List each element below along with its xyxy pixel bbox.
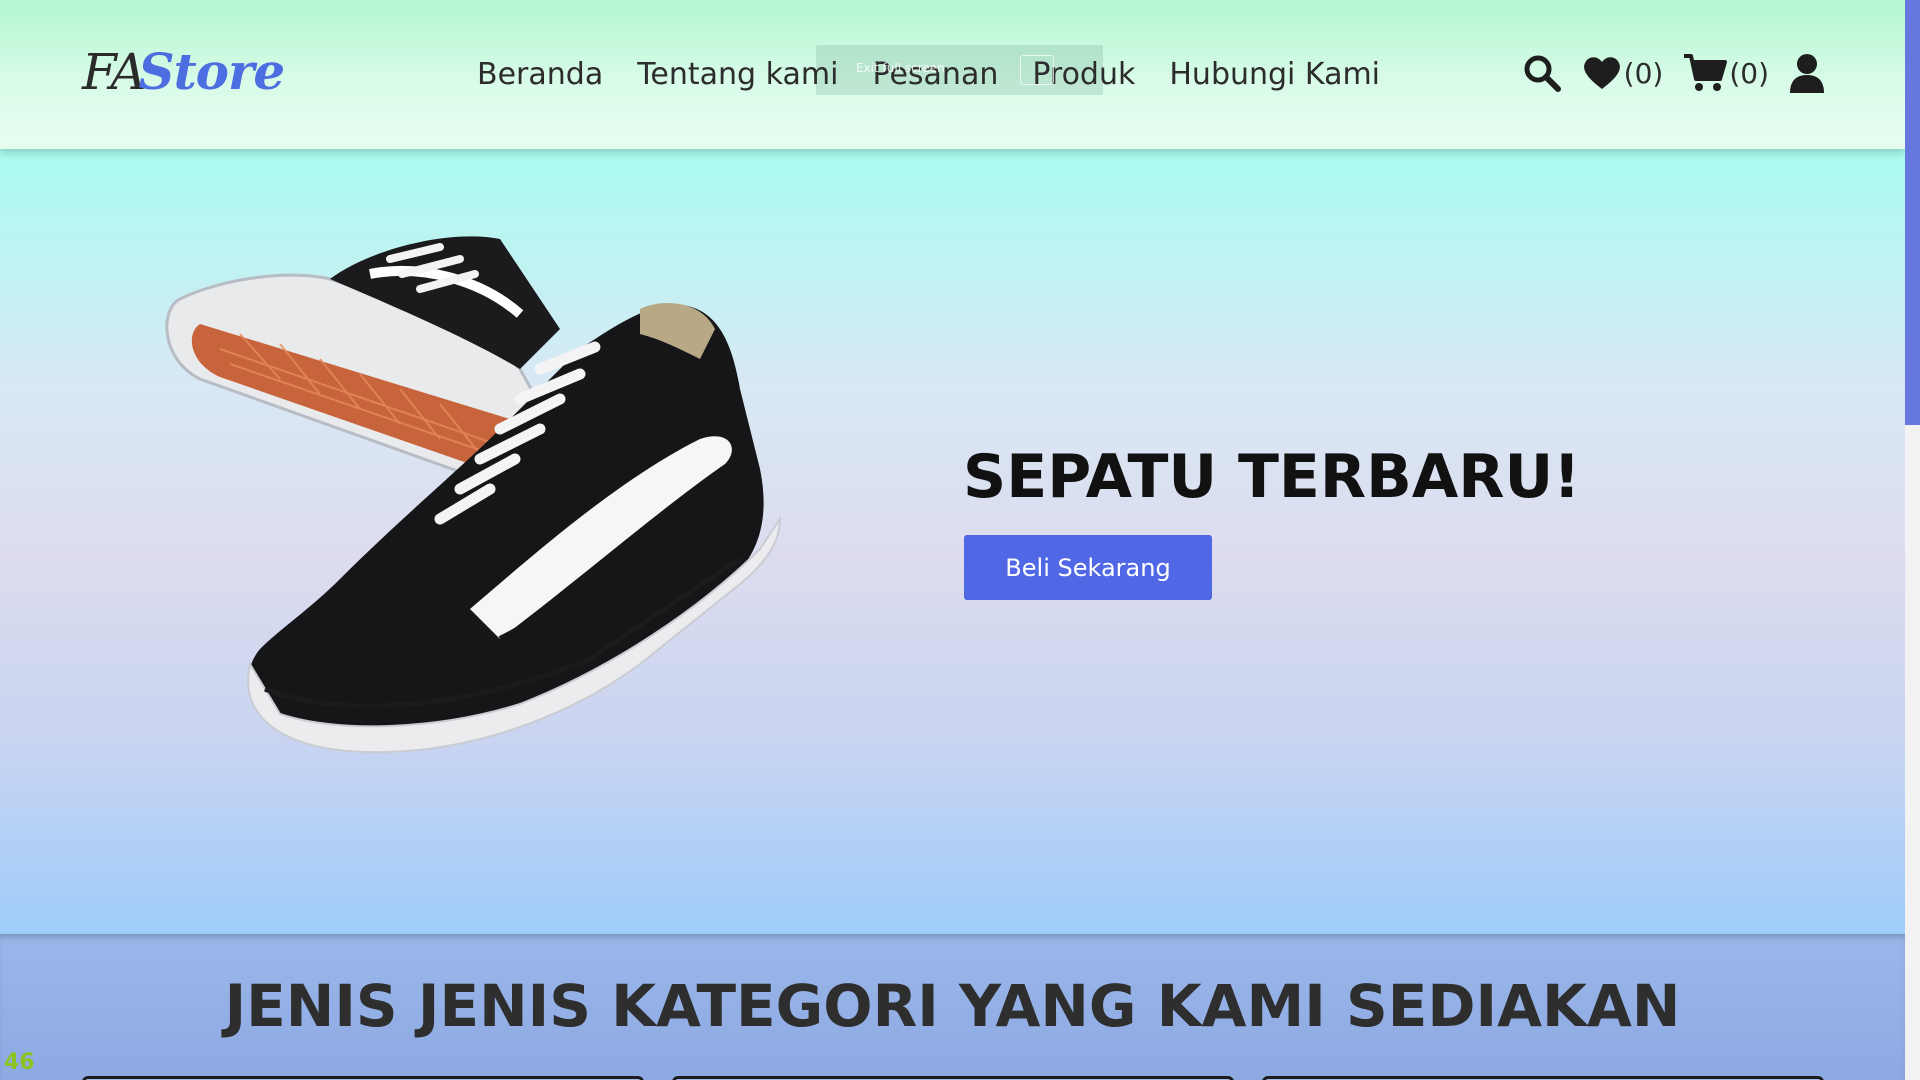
shoe-image (165, 236, 782, 754)
nav-link-tentang-kami[interactable]: Tentang kami (620, 49, 855, 100)
cart-button[interactable]: (0) (1683, 53, 1769, 93)
cart-count: (0) (1729, 56, 1769, 90)
brand-logo-part2: Store (138, 42, 285, 101)
scrollbar-thumb[interactable] (1905, 0, 1920, 425)
page: FAStore Beranda Tentang kami Pesanan Pro… (0, 0, 1905, 1080)
category-card[interactable] (672, 1076, 1234, 1080)
brand-logo[interactable]: FAStore (82, 42, 285, 102)
hero-section: SEPATU TERBARU! Beli Sekarang (0, 149, 1905, 934)
hero-title: SEPATU TERBARU! (963, 442, 1581, 512)
search-icon (1524, 55, 1561, 92)
nav-link-beranda[interactable]: Beranda (460, 49, 620, 100)
heart-icon (1583, 57, 1620, 89)
wishlist-count: (0) (1623, 56, 1664, 90)
fps-counter: 46 (4, 1050, 35, 1075)
buy-now-button[interactable]: Beli Sekarang (964, 535, 1212, 600)
fullscreen-exit-key[interactable] (1020, 55, 1054, 85)
fullscreen-hint: Exit full screen (856, 61, 945, 75)
categories-section: JENIS JENIS KATEGORI YANG KAMI SEDIAKAN (0, 934, 1905, 1080)
header-icons: (0) (0) (1502, 48, 1825, 98)
site-header: FAStore Beranda Tentang kami Pesanan Pro… (0, 0, 1905, 149)
brand-logo-part1: FA (82, 43, 146, 101)
search-button[interactable] (1522, 53, 1562, 93)
categories-title: JENIS JENIS KATEGORI YANG KAMI SEDIAKAN (224, 972, 1681, 1040)
category-card[interactable] (1262, 1076, 1824, 1080)
cart-icon (1684, 54, 1728, 91)
wishlist-button[interactable]: (0) (1582, 55, 1664, 91)
user-icon (1790, 54, 1824, 93)
nav-link-hubungi-kami[interactable]: Hubungi Kami (1152, 49, 1397, 100)
category-card[interactable] (82, 1076, 644, 1080)
account-button[interactable] (1789, 53, 1825, 93)
